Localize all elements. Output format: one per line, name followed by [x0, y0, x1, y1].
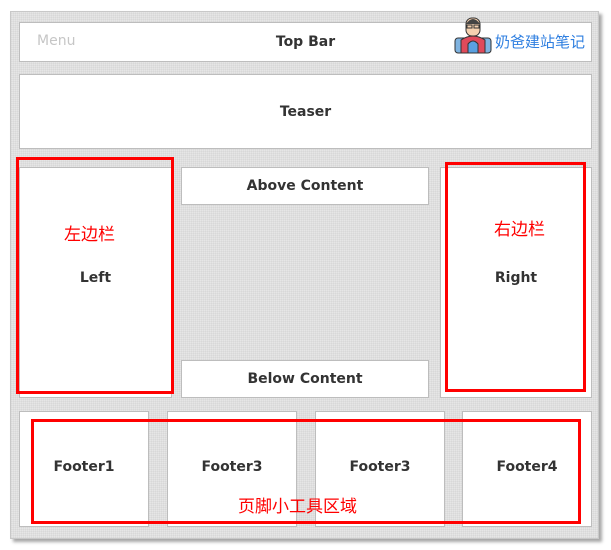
- footer-annotation: 页脚小工具区域: [238, 497, 357, 517]
- below-content: Below Content: [181, 360, 429, 398]
- right-annotation-box: [445, 162, 586, 392]
- above-content-label: Above Content: [246, 178, 364, 194]
- watermark-text: 奶爸建站笔记: [495, 33, 586, 51]
- menu-link[interactable]: Menu: [37, 33, 75, 49]
- teaser-label: Teaser: [279, 103, 332, 120]
- avatar-icon: [454, 17, 492, 54]
- left-annotation-box: [16, 157, 174, 394]
- top-bar-title: Top Bar: [275, 34, 336, 50]
- right-annotation: 右边栏: [494, 220, 545, 240]
- watermark: 奶爸建站笔记: [453, 14, 585, 54]
- above-content: Above Content: [181, 167, 429, 205]
- teaser-region: Teaser: [19, 74, 592, 149]
- left-annotation: 左边栏: [64, 225, 115, 245]
- below-content-label: Below Content: [247, 371, 363, 387]
